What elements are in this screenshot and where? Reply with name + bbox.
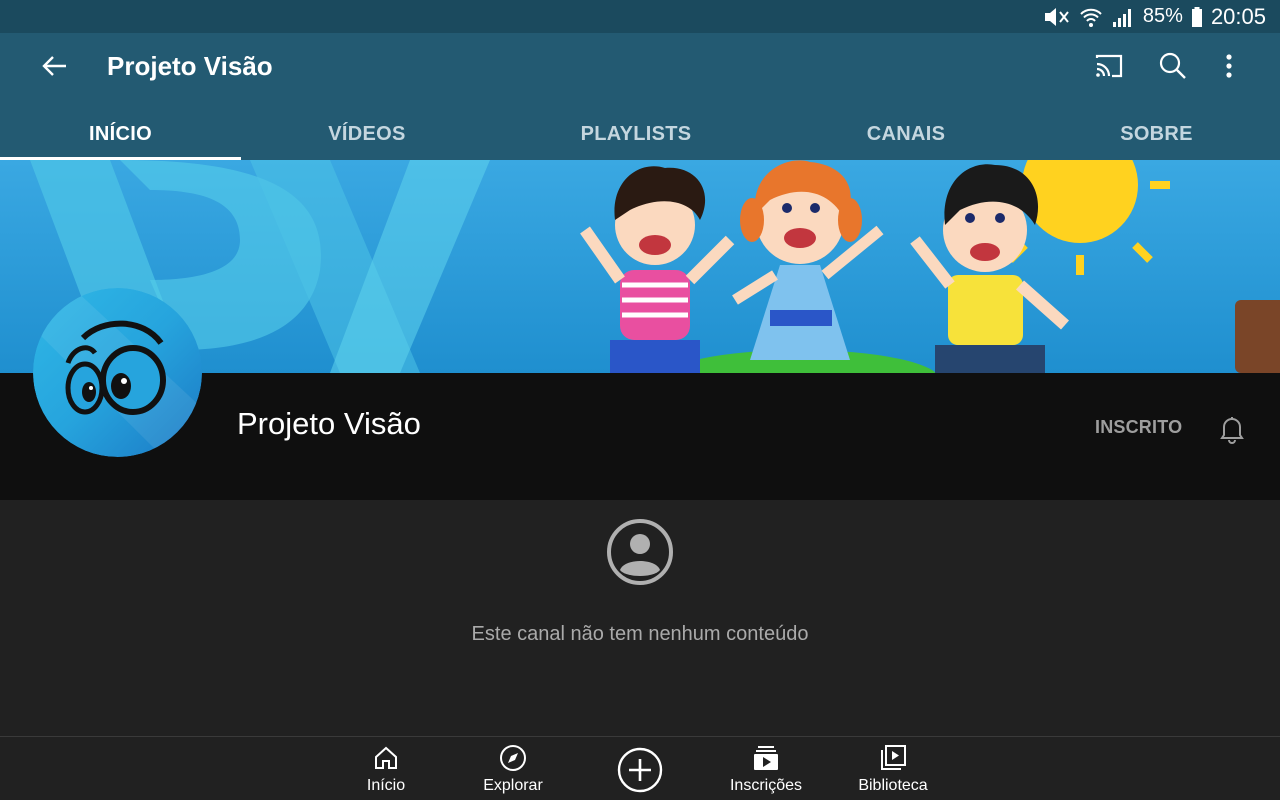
cast-button[interactable] [1092, 49, 1126, 83]
tab-videos[interactable]: VÍDEOS [241, 108, 493, 160]
back-button[interactable] [38, 51, 72, 81]
subscriptions-icon [751, 743, 781, 773]
tab-playlists[interactable]: PLAYLISTS [493, 108, 779, 160]
library-icon [878, 743, 908, 773]
app-title: Projeto Visão [107, 51, 273, 81]
more-vert-icon [1226, 54, 1232, 78]
nav-item-inscricoes[interactable]: Inscrições [726, 737, 806, 800]
mute-icon [1041, 6, 1071, 28]
wifi-icon [1079, 6, 1103, 28]
cast-icon [1095, 54, 1123, 78]
channel-tabs: INÍCIO VÍDEOS PLAYLISTS CANAIS SOBRE [0, 108, 1280, 160]
nav-item-biblioteca[interactable]: Biblioteca [853, 737, 933, 800]
add-circle-icon [617, 747, 663, 793]
app-bar: Projeto Visão INÍCIO VÍDEOS PLAYLISTS CA… [0, 33, 1280, 160]
nav-label: Biblioteca [858, 777, 928, 794]
more-options-button[interactable] [1212, 49, 1246, 83]
tab-inicio[interactable]: INÍCIO [0, 108, 241, 160]
tab-canais[interactable]: CANAIS [779, 108, 1033, 160]
clock: 20:05 [1210, 3, 1266, 29]
compass-icon [498, 743, 528, 773]
channel-name: Projeto Visão [237, 406, 421, 441]
nav-label: Inscrições [729, 777, 803, 794]
channel-avatar[interactable] [33, 288, 202, 457]
search-icon [1159, 52, 1186, 79]
create-button[interactable] [615, 745, 665, 795]
status-icons: 85% 20:05 [1041, 0, 1266, 33]
battery-percent: 85% [1142, 5, 1183, 27]
search-button[interactable] [1156, 49, 1190, 83]
account-circle-icon [606, 518, 674, 586]
signal-icon [1111, 6, 1135, 28]
bottom-navigation: Início Explorar Inscrições Biblioteca [0, 736, 1280, 800]
notification-bell-button[interactable] [1216, 413, 1248, 445]
nav-item-inicio[interactable]: Início [346, 737, 426, 800]
empty-state-message: Este canal não tem nenhum conteúdo [471, 623, 809, 645]
back-arrow-icon [42, 56, 66, 76]
home-icon [371, 743, 401, 773]
bell-icon [1220, 417, 1244, 444]
battery-icon [1191, 6, 1203, 28]
nav-label: Explorar [483, 777, 543, 794]
status-bar: 85% 20:05 [0, 0, 1280, 33]
nav-label: Início [366, 777, 406, 794]
tab-sobre[interactable]: SOBRE [1033, 108, 1280, 160]
nav-item-explorar[interactable]: Explorar [473, 737, 553, 800]
subscribed-button[interactable]: INSCRITO [1095, 417, 1182, 438]
